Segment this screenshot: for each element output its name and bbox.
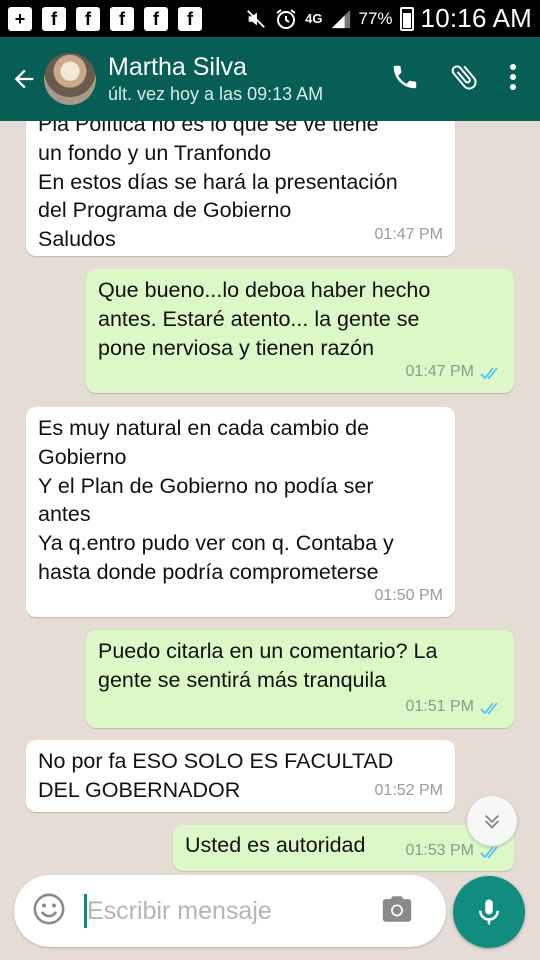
facebook-icon: f: [178, 6, 202, 31]
message-input[interactable]: [87, 896, 367, 926]
notification-icons: + f f f f f: [8, 6, 202, 31]
network-type: 4G: [305, 11, 323, 26]
message-composer: [14, 875, 446, 947]
back-button[interactable]: [0, 65, 48, 93]
message-meta: 01:52 PM: [375, 777, 443, 806]
message-meta: 01:47 PM: [375, 221, 443, 250]
message-time: 01:52 PM: [374, 782, 443, 800]
facebook-icon: f: [76, 6, 100, 31]
scroll-to-bottom-button[interactable]: [467, 796, 517, 846]
message-text: Es muy natural en cada cambio de Gobiern…: [38, 416, 394, 584]
message-meta: 01:50 PM: [375, 582, 443, 611]
message-time: 01:51 PM: [405, 698, 474, 716]
clock: 10:16 AM: [420, 3, 532, 33]
camera-icon: [382, 895, 412, 922]
add-box-icon: +: [8, 6, 32, 31]
message-meta: 01:51 PM: [406, 693, 502, 722]
facebook-icon: f: [144, 6, 168, 31]
battery-icon: [399, 6, 414, 31]
smiley-icon: [33, 893, 65, 924]
message-meta: 01:47 PM: [406, 358, 502, 387]
message-text: Puedo citarla en un comentario? La gente…: [98, 639, 438, 692]
voice-record-button[interactable]: [453, 876, 525, 948]
message-time: 01:47 PM: [405, 363, 474, 381]
more-options-button[interactable]: [508, 63, 518, 96]
microphone-icon: [479, 899, 499, 925]
battery-percent: 77%: [358, 8, 393, 28]
message-time: 01:50 PM: [374, 587, 443, 605]
contact-info[interactable]: Martha Silva últ. vez hoy a las 09:13 AM: [108, 52, 390, 106]
double-check-icon: [480, 367, 498, 379]
message-outgoing[interactable]: Usted es autoridad 01:53 PM: [173, 825, 514, 871]
message-incoming[interactable]: Pla Política no es lo que se ve tiene un…: [26, 121, 455, 256]
message-incoming[interactable]: Es muy natural en cada cambio de Gobiern…: [26, 407, 455, 617]
double-check-icon: [480, 846, 498, 858]
double-chevron-down-icon: [484, 814, 500, 829]
emoji-button[interactable]: [32, 892, 66, 931]
call-button[interactable]: [390, 62, 420, 97]
arrow-back-icon: [14, 69, 34, 89]
camera-button[interactable]: [380, 892, 414, 931]
message-outgoing[interactable]: Que bueno...lo deboa haber hecho antes. …: [86, 269, 514, 393]
message-time: 01:47 PM: [374, 226, 443, 244]
attach-button[interactable]: [448, 61, 480, 98]
alarm-icon: [276, 8, 296, 29]
avatar[interactable]: [44, 53, 96, 105]
contact-name: Martha Silva: [108, 53, 247, 81]
message-text: Que bueno...lo deboa haber hecho antes. …: [98, 278, 431, 360]
chat-header: Martha Silva últ. vez hoy a las 09:13 AM: [0, 37, 540, 121]
signal-icon: [331, 9, 350, 28]
last-seen: últ. vez hoy a las 09:13 AM: [108, 84, 324, 104]
paperclip-icon: [451, 64, 477, 90]
facebook-icon: f: [42, 6, 66, 31]
message-outgoing[interactable]: Puedo citarla en un comentario? La gente…: [86, 630, 514, 728]
message-list[interactable]: Pla Política no es lo que se ve tiene un…: [0, 121, 540, 874]
more-vert-icon: [510, 63, 516, 90]
facebook-icon: f: [110, 6, 134, 31]
status-bar: + f f f f f 4G 77% 10:16 AM: [0, 0, 540, 37]
message-incoming[interactable]: No por fa ESO SOLO ES FACULTAD DEL GOBER…: [26, 740, 455, 812]
double-check-icon: [480, 702, 498, 714]
phone-icon: [393, 65, 417, 88]
mute-icon: [247, 9, 266, 28]
message-time: 01:53 PM: [405, 842, 474, 860]
